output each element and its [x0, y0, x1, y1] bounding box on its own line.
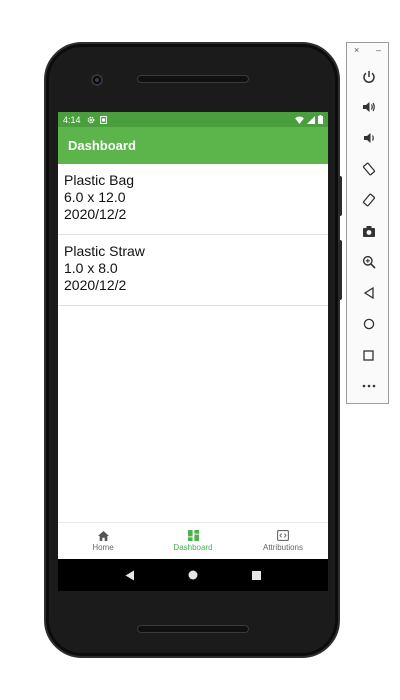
item-date: 2020/12/2 [64, 277, 127, 293]
signal-icon [307, 115, 315, 124]
battery-icon [318, 115, 323, 124]
minimize-icon[interactable]: – [376, 45, 381, 57]
item-name: Plastic Straw [64, 243, 145, 259]
wifi-icon [295, 115, 304, 124]
item-list: Plastic Bag 6.0 x 12.0 2020/12/2 Plastic… [58, 164, 328, 306]
nav-dashboard-label: Dashboard [173, 543, 213, 552]
close-icon[interactable]: × [354, 45, 359, 57]
overview-icon[interactable] [347, 344, 390, 366]
home-icon [97, 530, 109, 543]
recents-icon[interactable] [252, 570, 262, 580]
rotate-left-icon[interactable] [347, 158, 390, 180]
list-item[interactable]: Plastic Bag 6.0 x 12.0 2020/12/2 [58, 164, 328, 235]
rotate-right-icon[interactable] [347, 189, 390, 211]
nav-dashboard[interactable]: Dashboard [148, 523, 238, 559]
volume-side-button [338, 240, 342, 300]
bottom-navigation: Home Dashboard Attributions [58, 522, 328, 559]
system-navigation-bar [58, 559, 328, 591]
zoom-icon[interactable] [347, 251, 390, 273]
app-bar-title: Dashboard [68, 138, 136, 153]
nav-home[interactable]: Home [58, 523, 148, 559]
power-icon[interactable] [347, 66, 390, 88]
volume-up-icon[interactable] [347, 96, 390, 118]
emulator-stage: 4:14 Dashboard Plastic Bag 6.0 x 12.0 20… [0, 0, 400, 700]
nav-home-label: Home [92, 542, 114, 552]
item-size: 1.0 x 8.0 [64, 260, 118, 276]
power-side-button [338, 176, 342, 216]
earpiece-speaker [137, 75, 249, 83]
bottom-speaker [137, 625, 249, 633]
volume-down-icon[interactable] [347, 127, 390, 149]
camera-icon[interactable] [347, 220, 390, 242]
more-icon[interactable] [347, 375, 390, 397]
home-icon[interactable] [347, 313, 390, 335]
back-icon[interactable] [125, 570, 135, 581]
dashboard-icon [187, 530, 199, 543]
settings-icon [87, 116, 95, 124]
front-camera [91, 74, 103, 86]
status-time: 4:14 [63, 114, 81, 125]
back-icon[interactable] [347, 282, 390, 304]
phone-screen: 4:14 Dashboard Plastic Bag 6.0 x 12.0 20… [58, 112, 328, 591]
nav-attributions-label: Attributions [262, 543, 304, 552]
app-bar: Dashboard [58, 127, 328, 164]
status-bar: 4:14 [58, 112, 328, 127]
home-circle-icon[interactable] [188, 570, 198, 580]
emulator-toolbar: × – [346, 42, 389, 404]
nav-attributions[interactable]: Attributions [238, 523, 328, 559]
item-size: 6.0 x 12.0 [64, 189, 126, 205]
item-name: Plastic Bag [64, 172, 135, 188]
sim-icon [99, 115, 107, 124]
list-item[interactable]: Plastic Straw 1.0 x 8.0 2020/12/2 [58, 235, 328, 306]
item-date: 2020/12/2 [64, 206, 127, 222]
code-icon [277, 530, 289, 543]
